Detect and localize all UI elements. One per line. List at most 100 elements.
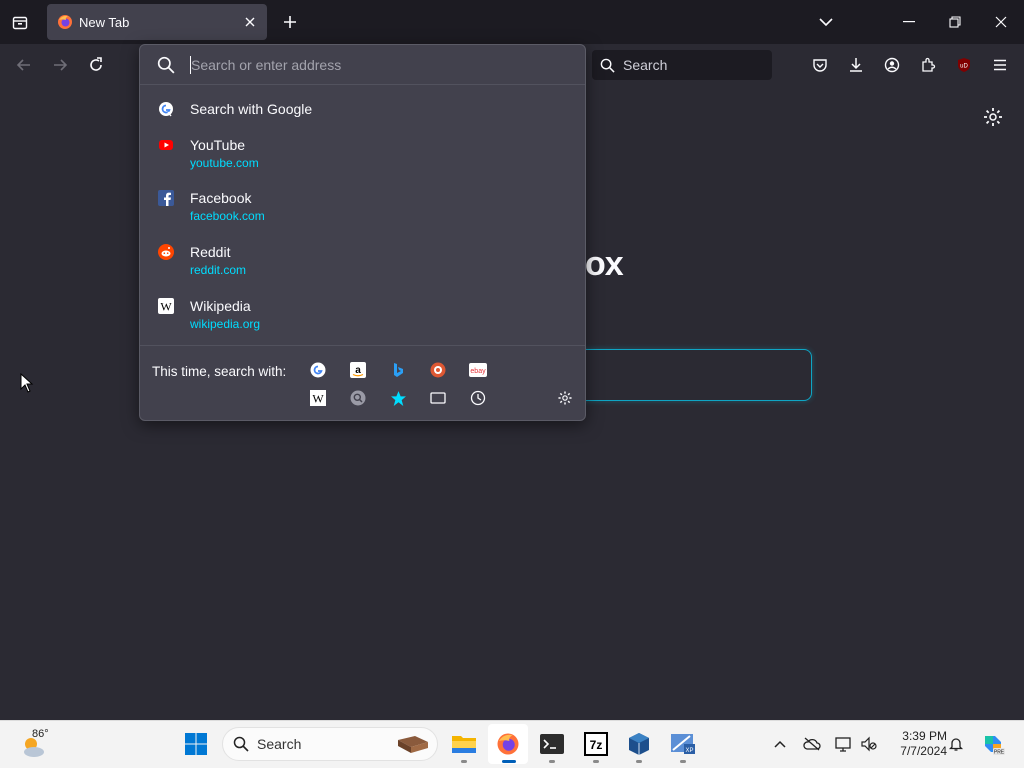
running-indicator (549, 760, 555, 763)
running-indicator (636, 760, 642, 763)
bell-icon (948, 738, 964, 751)
taskbar-virtualbox[interactable] (619, 724, 659, 764)
weather-widget[interactable]: 86° (16, 726, 56, 762)
list-all-tabs-button[interactable] (812, 8, 840, 36)
pocket-button[interactable] (806, 51, 834, 79)
account-icon (884, 57, 900, 73)
result-title: Facebook (190, 190, 252, 206)
taskbar-firefox[interactable] (488, 724, 528, 764)
reload-button[interactable] (82, 51, 110, 79)
extensions-button[interactable] (914, 51, 942, 79)
file-explorer-icon (452, 736, 476, 753)
pocket-icon (813, 59, 827, 72)
start-icon (185, 733, 207, 755)
network-tray-icon[interactable] (833, 733, 855, 755)
extensions-icon (922, 57, 936, 72)
engine-bing-button[interactable] (386, 358, 410, 382)
close-tab-button[interactable] (239, 11, 261, 33)
onedrive-tray-icon[interactable] (801, 733, 823, 755)
ublock-icon: uD (958, 58, 970, 72)
ublock-button[interactable]: uD (950, 51, 978, 79)
volume-tray-icon[interactable] (858, 733, 880, 755)
minimize-button[interactable] (886, 0, 932, 44)
svg-text:W: W (312, 392, 324, 406)
history-icon (470, 390, 486, 406)
result-youtube[interactable]: YouTube youtube.com (140, 137, 585, 187)
one-off-label: This time, search with: (152, 364, 287, 379)
running-indicator (461, 760, 467, 763)
urlbar-dropdown: Search or enter address Search with Goog… (139, 44, 586, 421)
clock-time: 3:39 PM (902, 729, 947, 743)
svg-text:uD: uD (960, 64, 968, 70)
youtube-icon (159, 140, 173, 150)
terminal-icon (540, 734, 564, 754)
restore-button[interactable] (932, 0, 978, 44)
menu-icon (994, 59, 1006, 71)
app-menu-button[interactable] (986, 51, 1014, 79)
result-facebook[interactable]: Facebook facebook.com (140, 190, 585, 240)
svg-text:7z: 7z (590, 738, 603, 752)
downloads-button[interactable] (842, 51, 870, 79)
close-icon (995, 16, 1007, 28)
new-tab-button[interactable] (277, 9, 303, 35)
bookmarks-icon (390, 390, 406, 406)
one-off-search-bar: This time, search with: a ebay W (140, 345, 585, 421)
gear-icon (558, 391, 572, 405)
result-title: Wikipedia (190, 298, 251, 314)
engine-search-button[interactable] (346, 386, 370, 410)
taskbar-xp-mode[interactable]: XP (663, 724, 703, 764)
wikipedia-icon: W (158, 298, 174, 314)
result-reddit[interactable]: Reddit reddit.com (140, 244, 585, 294)
ebay-icon: ebay (469, 363, 487, 377)
search-settings-button[interactable] (553, 386, 577, 410)
search-icon (157, 56, 175, 74)
taskbar-file-explorer[interactable] (444, 724, 484, 764)
result-title: YouTube (190, 137, 246, 153)
tabs-icon (430, 392, 446, 404)
search-icon (600, 58, 615, 73)
back-button[interactable] (10, 51, 38, 79)
tabs-button[interactable] (426, 386, 450, 410)
firefox-icon (497, 733, 519, 755)
google-icon (310, 362, 326, 378)
running-indicator (680, 760, 686, 763)
account-button[interactable] (878, 51, 906, 79)
copilot-icon: PRE (985, 736, 1005, 756)
taskbar-search[interactable]: Search (222, 727, 438, 761)
result-url: youtube.com (190, 156, 259, 170)
taskbar-clock[interactable]: 3:39 PM 7/7/2024 (887, 729, 947, 759)
cloud-offline-icon (803, 737, 821, 751)
newtab-search-box[interactable] (560, 349, 812, 401)
engine-wikipedia-button[interactable]: W (306, 386, 330, 410)
engine-duckduckgo-button[interactable] (426, 358, 450, 382)
customize-newtab-button[interactable] (982, 106, 1004, 128)
amazon-icon: a (350, 362, 366, 378)
result-url: wikipedia.org (190, 317, 261, 331)
start-button[interactable] (176, 724, 216, 764)
plus-icon (284, 16, 296, 28)
volume-muted-icon (861, 736, 877, 752)
copilot-button[interactable]: PRE (980, 731, 1006, 757)
mouse-cursor-icon (20, 373, 34, 393)
tab-new-tab[interactable]: New Tab (47, 4, 267, 40)
result-wikipedia[interactable]: W Wikipedia wikipedia.org (140, 298, 585, 348)
xp-mode-icon: XP (671, 734, 695, 754)
restore-icon (949, 16, 961, 28)
close-window-button[interactable] (978, 0, 1024, 44)
result-title: Search with Google (190, 101, 313, 117)
running-indicator (593, 760, 599, 763)
taskbar-terminal[interactable] (532, 724, 572, 764)
tab-manager-button[interactable] (6, 8, 34, 36)
bookmarks-button[interactable] (386, 386, 410, 410)
engine-amazon-button[interactable]: a (346, 358, 370, 382)
show-hidden-icons-button[interactable] (769, 733, 791, 755)
engine-google-button[interactable] (306, 358, 330, 382)
taskbar-7zip[interactable]: 7z (576, 724, 616, 764)
notifications-button[interactable] (945, 733, 967, 755)
weather-temperature: 86° (32, 728, 49, 740)
history-button[interactable] (466, 386, 490, 410)
engine-ebay-button[interactable]: ebay (466, 358, 490, 382)
forward-button[interactable] (46, 51, 74, 79)
toolbar-search-bar[interactable]: Search (592, 50, 772, 80)
url-input[interactable]: Search or enter address (140, 45, 585, 85)
